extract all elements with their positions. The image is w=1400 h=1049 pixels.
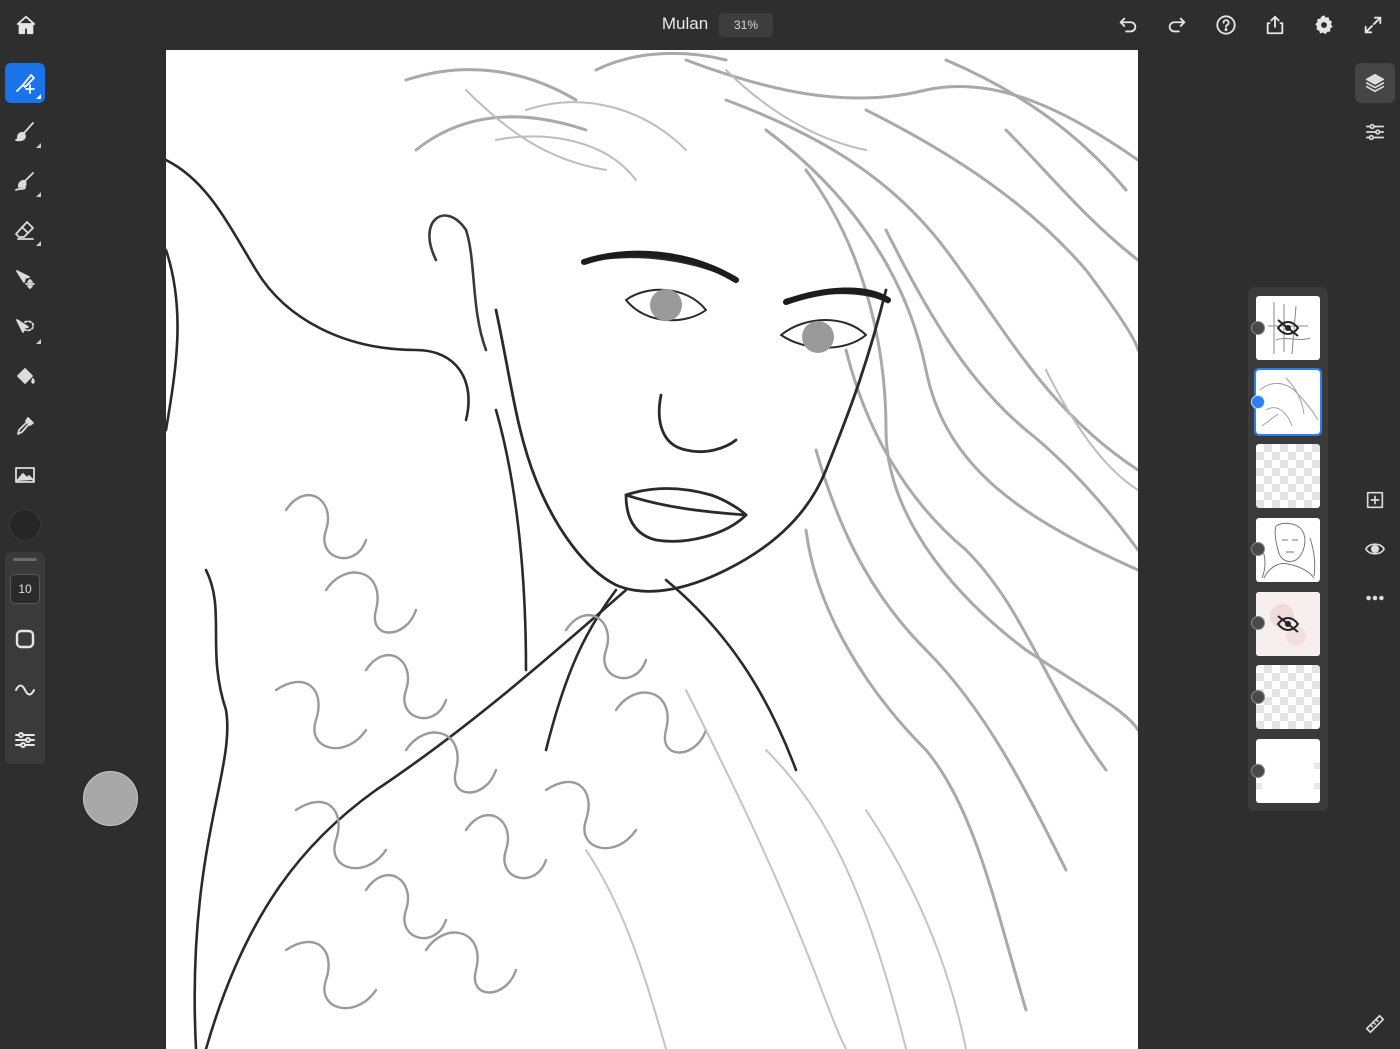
smudge-icon[interactable]	[5, 161, 45, 201]
layer-type-icon[interactable]	[1251, 616, 1265, 630]
brush-panel: 10	[5, 552, 45, 764]
layer-type-icon[interactable]	[1251, 321, 1265, 335]
layer-thumb-white	[1256, 763, 1320, 789]
left-gutter	[50, 50, 166, 1049]
brush-shape-icon[interactable]	[10, 624, 40, 654]
eyedropper-icon[interactable]	[5, 406, 45, 446]
right-toolbar	[1350, 50, 1400, 1049]
lasso-icon[interactable]	[5, 308, 45, 348]
left-toolbar: 10	[0, 50, 50, 1049]
redo-icon[interactable]	[1161, 9, 1193, 41]
image-icon[interactable]	[5, 455, 45, 495]
layer-type-icon[interactable]	[1251, 395, 1265, 409]
more-icon[interactable]	[1355, 578, 1395, 618]
layers-icon[interactable]	[1355, 63, 1395, 103]
eraser-icon[interactable]	[5, 210, 45, 250]
layer-thumbnail-selected[interactable]	[1254, 368, 1322, 436]
brush-size-field[interactable]: 10	[10, 574, 40, 604]
transform-icon[interactable]	[5, 259, 45, 299]
visibility-icon[interactable]	[1355, 529, 1395, 569]
layer-thumb-sketch-light	[1259, 377, 1319, 427]
zoom-level[interactable]: 31%	[719, 13, 773, 37]
help-icon[interactable]	[1210, 9, 1242, 41]
layer-thumbnail[interactable]	[1256, 518, 1320, 582]
share-icon[interactable]	[1259, 9, 1291, 41]
sketch-artwork	[166, 51, 1138, 1049]
layer-brush-icon[interactable]	[5, 63, 45, 103]
layer-thumb-pink	[1256, 592, 1320, 656]
document-title[interactable]: Mulan	[640, 14, 730, 34]
layer-thumbnail[interactable]	[1256, 592, 1320, 656]
color-swatch[interactable]	[9, 509, 41, 541]
home-icon[interactable]	[10, 9, 42, 41]
undo-icon[interactable]	[1112, 9, 1144, 41]
layer-thumbnail[interactable]	[1256, 665, 1320, 729]
fill-icon[interactable]	[5, 357, 45, 397]
layer-thumb-portrait	[1261, 522, 1316, 579]
layer-thumbnail[interactable]	[1256, 739, 1320, 803]
settings-icon[interactable]	[1308, 9, 1340, 41]
layer-type-icon[interactable]	[1251, 690, 1265, 704]
add-layer-icon[interactable]	[1355, 480, 1395, 520]
touch-shortcut-button[interactable]	[83, 771, 138, 826]
layer-thumbnail[interactable]	[1256, 444, 1320, 508]
stroke-smoothing-icon[interactable]	[10, 674, 40, 704]
adjustments-icon[interactable]	[1355, 112, 1395, 152]
layer-thumbnail[interactable]	[1256, 296, 1320, 360]
layer-type-icon[interactable]	[1251, 764, 1265, 778]
layer-thumb-sketch	[1268, 302, 1311, 355]
brush-icon[interactable]	[5, 112, 45, 152]
fullscreen-icon[interactable]	[1357, 9, 1389, 41]
panel-handle[interactable]	[13, 558, 37, 561]
layer-type-icon[interactable]	[1251, 542, 1265, 556]
drawing-canvas[interactable]	[166, 50, 1138, 1049]
brush-settings-icon[interactable]	[10, 725, 40, 755]
ruler-icon[interactable]	[1355, 1004, 1395, 1044]
top-toolbar: Mulan 31%	[0, 0, 1400, 50]
